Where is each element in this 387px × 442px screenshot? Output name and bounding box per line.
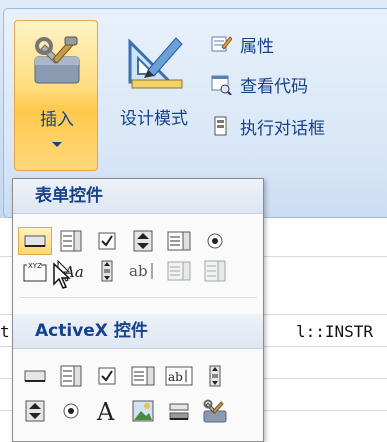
form-combo-list-edit-control[interactable]: [162, 257, 196, 285]
form-controls-header: 表单控件: [13, 179, 263, 214]
insert-label: 插入: [40, 110, 74, 130]
activex-more-controls-control[interactable]: [198, 397, 232, 425]
svg-text:A: A: [96, 399, 115, 423]
design-mode-icon: [128, 37, 183, 89]
svg-text:XYZ: XYZ: [28, 262, 42, 270]
form-scroll-bar-control[interactable]: [90, 257, 124, 285]
button-control-icon: [24, 235, 46, 247]
combo-box-icon: [60, 230, 82, 252]
form-list-box-control[interactable]: [162, 227, 196, 255]
form-checkbox-control[interactable]: [90, 227, 124, 255]
scroll-bar-icon: [101, 260, 113, 282]
activex-checkbox-control[interactable]: [90, 362, 124, 390]
run-dialog-label: 执行对话框: [240, 118, 325, 139]
svg-text:ab: ab: [129, 262, 148, 280]
view-code-button[interactable]: 查看代码: [210, 70, 308, 98]
label-icon: A: [96, 399, 115, 423]
group-box-icon: XYZ: [23, 260, 47, 282]
form-button-control[interactable]: [18, 227, 52, 255]
activex-spin-button-control[interactable]: [18, 397, 52, 425]
activex-scroll-bar-control[interactable]: [198, 362, 232, 390]
run-dialog-icon: [214, 116, 227, 136]
more-controls-tools-icon: [203, 399, 227, 423]
list-box-icon: [131, 366, 155, 386]
activex-image-control[interactable]: [126, 397, 160, 425]
activex-toggle-button-control[interactable]: [162, 397, 196, 425]
form-combo-box-control[interactable]: [54, 227, 88, 255]
chevron-down-icon: [52, 142, 62, 147]
scroll-bar-icon: [209, 365, 221, 387]
design-mode-label: 设计模式: [120, 109, 188, 129]
combo-box-icon: [60, 365, 82, 387]
image-icon: [132, 400, 154, 422]
insert-button[interactable]: 插入: [14, 20, 98, 171]
activex-option-button-control[interactable]: [54, 397, 88, 425]
properties-button[interactable]: 属性: [210, 30, 274, 58]
separator: [19, 297, 257, 298]
list-box-icon: [167, 231, 191, 251]
form-group-box-control[interactable]: XYZ: [18, 257, 52, 285]
option-button-icon: [207, 233, 223, 249]
activex-combo-box-control[interactable]: [54, 362, 88, 390]
view-code-icon: [211, 75, 232, 95]
form-combo-drop-down-edit-control[interactable]: [198, 257, 232, 285]
svg-text:ab: ab: [168, 370, 183, 384]
mouse-cursor-icon: [53, 262, 71, 289]
checkbox-icon: [98, 232, 116, 250]
form-text-field-control[interactable]: ab: [126, 257, 160, 285]
form-spin-button-control[interactable]: [126, 227, 160, 255]
activex-text-box-control[interactable]: ab: [162, 362, 196, 390]
design-mode-button[interactable]: 设计模式: [104, 20, 196, 140]
checkbox-icon: [98, 367, 116, 385]
activex-list-box-control[interactable]: [126, 362, 160, 390]
form-option-button-control[interactable]: [198, 227, 232, 255]
activex-controls-header: ActiveX 控件: [13, 314, 263, 349]
combo-drop-down-edit-icon: [204, 260, 226, 282]
run-dialog-button[interactable]: 执行对话框: [210, 112, 325, 140]
code-fragment-right: l::INSTR: [296, 322, 374, 341]
toolbox-icon: [34, 36, 80, 84]
toggle-button-icon: [169, 403, 189, 420]
button-control-icon: [24, 370, 46, 382]
spin-button-icon: [133, 230, 153, 252]
text-box-icon: ab: [165, 366, 193, 386]
activex-label-control[interactable]: A: [90, 397, 124, 425]
view-code-label: 查看代码: [240, 76, 308, 97]
properties-label: 属性: [240, 36, 274, 57]
code-fragment-left: t: [0, 322, 10, 341]
properties-icon: [211, 36, 232, 52]
combo-list-edit-icon: [167, 261, 191, 281]
option-button-icon: [63, 403, 79, 419]
text-field-icon: ab: [129, 262, 153, 280]
activex-command-button-control[interactable]: [18, 362, 52, 390]
insert-controls-dropdown: 表单控件 XYZ Aa ab ActiveX 控件 ab A: [12, 178, 264, 442]
spin-button-icon: [25, 400, 45, 422]
